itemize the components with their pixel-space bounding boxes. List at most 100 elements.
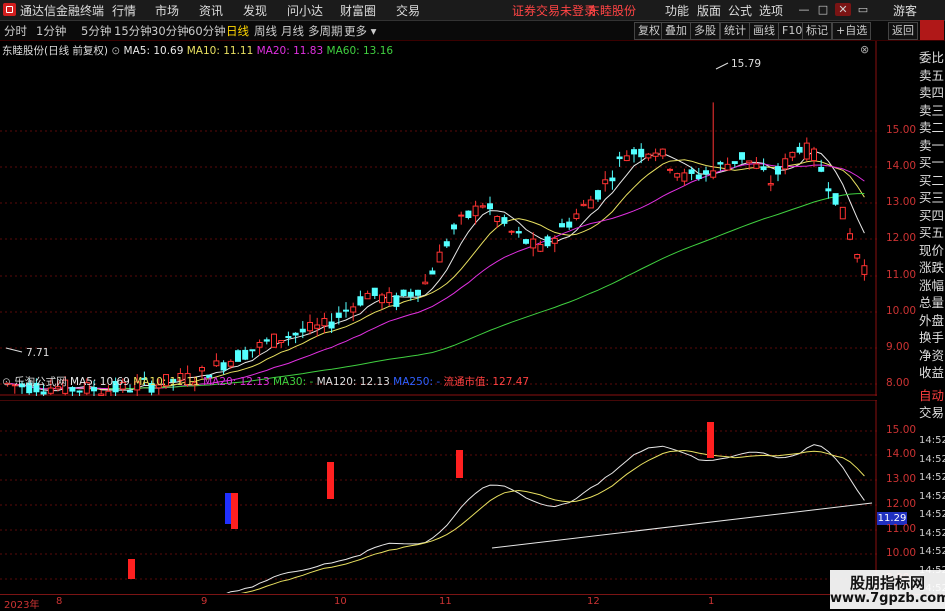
- main-chart-title: 东睦股份(日线 前复权): [2, 45, 109, 57]
- candle: [652, 148, 659, 162]
- candle: [515, 226, 522, 238]
- overlay-button[interactable]: 叠加: [661, 22, 691, 40]
- quote-field-label: 涨跌: [919, 260, 945, 275]
- candle: [263, 337, 270, 345]
- menu-trade[interactable]: 交易: [396, 2, 420, 19]
- quote-field-label: 卖二: [919, 120, 945, 135]
- main-ma20: MA20: 11.83: [256, 45, 324, 57]
- multi-stock-button[interactable]: 多股: [690, 22, 720, 40]
- guest-label[interactable]: 游客: [893, 2, 917, 19]
- candle: [451, 222, 457, 235]
- indicator-settings-icon[interactable]: ⊙: [2, 376, 11, 388]
- period-tab-1min[interactable]: 1分钟: [36, 23, 66, 39]
- add-watchlist-button[interactable]: +自选: [832, 22, 872, 40]
- signal-bar: [128, 559, 135, 579]
- candle: [681, 168, 688, 186]
- candle: [789, 151, 796, 162]
- draw-line-button[interactable]: 画线: [749, 22, 779, 40]
- candle: [861, 259, 868, 281]
- adjust-button[interactable]: 复权: [634, 22, 664, 40]
- candle: [343, 302, 349, 318]
- candle: [501, 214, 508, 227]
- menu-discover[interactable]: 发现: [243, 2, 267, 19]
- candle: [371, 287, 378, 299]
- quote-field-label: 外盘: [919, 312, 945, 328]
- candle: [854, 253, 861, 263]
- watermark-title: 股朋指标网: [849, 574, 925, 592]
- low-marker: [5, 347, 23, 353]
- main-y-tick: 9.00: [886, 341, 910, 353]
- candle: [242, 346, 249, 361]
- mark-button[interactable]: 标记: [802, 22, 832, 40]
- main-ma60: MA60: 13.16: [326, 45, 394, 57]
- quote-field-label: 涨幅: [919, 277, 945, 293]
- menu-options[interactable]: 选项: [759, 2, 783, 19]
- quote-field-label: 买一: [919, 155, 945, 170]
- chart-expand-icon[interactable]: ⊗: [860, 43, 869, 56]
- trade-time: 14:52: [919, 453, 945, 465]
- sub-ma10-line: [240, 449, 865, 593]
- candle: [465, 210, 472, 220]
- main-y-tick: 15.00: [886, 124, 917, 136]
- minimize-icon[interactable]: —: [796, 3, 812, 16]
- back-button[interactable]: 返回: [888, 22, 918, 40]
- login-notice[interactable]: 证券交易未登录: [512, 2, 596, 19]
- candle: [710, 102, 717, 180]
- candle: [443, 238, 450, 249]
- indicator-title: 乐淘公式网: [14, 376, 67, 388]
- candle: [623, 150, 630, 162]
- sub-ma250: MA250: -: [393, 376, 441, 388]
- sub-ma20: MA20: 12.13: [203, 376, 270, 388]
- close-icon[interactable]: ✕: [835, 3, 851, 16]
- ma10-line: [7, 159, 865, 390]
- candle: [213, 353, 220, 368]
- quote-field-label: 总量: [919, 295, 945, 310]
- main-ma10: MA10: 11.11: [186, 45, 254, 57]
- menu-wealth[interactable]: 财富圈: [340, 2, 376, 19]
- candle: [479, 202, 486, 209]
- menu-ask[interactable]: 问小达: [287, 2, 323, 19]
- main-y-tick: 10.00: [886, 305, 917, 317]
- signal-bar: [231, 493, 238, 529]
- candle: [796, 142, 803, 155]
- period-tab-daily[interactable]: 日线: [226, 23, 249, 39]
- period-tab-intraday[interactable]: 分时: [4, 23, 27, 39]
- maximize-icon[interactable]: □: [815, 3, 831, 16]
- period-tab-more-label: 更多: [344, 24, 367, 38]
- candle: [631, 146, 637, 163]
- panel-mode-label[interactable]: 交易: [919, 402, 945, 421]
- menu-news[interactable]: 资讯: [199, 2, 223, 19]
- sub-ma30: MA30: -: [272, 376, 314, 388]
- period-tab-60min[interactable]: 60分钟: [188, 23, 226, 39]
- period-tab-monthly[interactable]: 月线: [281, 23, 304, 39]
- menu-function[interactable]: 功能: [665, 2, 689, 19]
- candle: [393, 292, 400, 311]
- trade-time: 14:52: [919, 527, 945, 539]
- restore-icon[interactable]: ▭: [855, 3, 871, 16]
- period-tab-more[interactable]: 更多 ▾: [344, 23, 376, 39]
- period-tab-15min[interactable]: 15分钟: [114, 23, 152, 39]
- candle: [544, 234, 551, 248]
- candle: [400, 289, 407, 297]
- period-tab-multi[interactable]: 多周期: [308, 23, 343, 39]
- period-tab-5min[interactable]: 5分钟: [81, 23, 111, 39]
- candle: [314, 317, 321, 337]
- candle: [436, 244, 443, 263]
- settings-icon[interactable]: ⊙: [111, 45, 120, 57]
- period-tab-weekly[interactable]: 周线: [254, 23, 277, 39]
- candlestick-chart[interactable]: [0, 41, 877, 396]
- candle: [587, 195, 594, 209]
- quote-field-label: 买五: [919, 225, 945, 240]
- candle: [825, 182, 832, 199]
- menu-market[interactable]: 市场: [155, 2, 179, 19]
- period-toolbar: 分时 1分钟 5分钟 15分钟 30分钟 60分钟 日线 周线 月线 多周期 更…: [0, 21, 945, 41]
- candle: [415, 289, 421, 302]
- menu-layout[interactable]: 版面: [697, 2, 721, 19]
- indicator-chart[interactable]: [0, 400, 877, 593]
- stats-button[interactable]: 统计: [720, 22, 750, 40]
- menu-quotes[interactable]: 行情: [112, 2, 136, 19]
- date-label: 9: [201, 596, 208, 607]
- menu-formula[interactable]: 公式: [728, 2, 752, 19]
- candle: [386, 287, 393, 307]
- period-tab-30min[interactable]: 30分钟: [151, 23, 189, 39]
